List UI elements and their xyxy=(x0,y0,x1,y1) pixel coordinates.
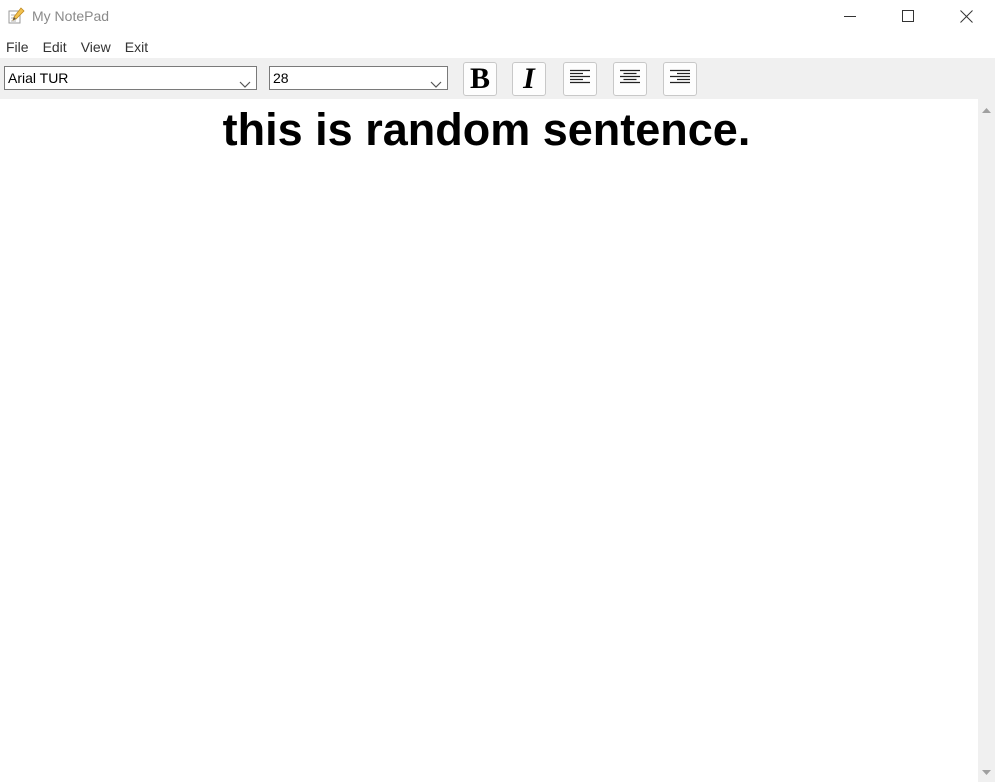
menu-file[interactable]: File xyxy=(0,36,37,58)
chevron-down-icon[interactable] xyxy=(430,73,442,88)
italic-button[interactable]: I xyxy=(512,62,546,96)
menu-view[interactable]: View xyxy=(75,36,119,58)
formatting-toolbar: Arial TUR 28 B I xyxy=(0,58,995,99)
maximize-icon xyxy=(902,10,914,22)
align-center-icon xyxy=(620,69,640,90)
maximize-button[interactable] xyxy=(885,0,931,32)
text-editor[interactable]: this is random sentence. xyxy=(0,99,978,782)
notepad-pencil-icon xyxy=(7,7,25,25)
align-left-button[interactable] xyxy=(563,62,597,96)
align-center-button[interactable] xyxy=(613,62,647,96)
window-title: My NotePad xyxy=(32,8,110,24)
close-button[interactable] xyxy=(943,0,989,32)
menu-edit[interactable]: Edit xyxy=(37,36,75,58)
italic-icon: I xyxy=(523,62,535,95)
font-size-value: 28 xyxy=(273,70,289,86)
menu-bar: File Edit View Exit xyxy=(0,36,995,58)
editor-content[interactable]: this is random sentence. xyxy=(0,105,973,155)
align-right-button[interactable] xyxy=(663,62,697,96)
chevron-down-icon[interactable] xyxy=(239,73,251,88)
minimize-icon xyxy=(844,10,856,22)
vertical-scrollbar[interactable] xyxy=(978,99,995,782)
align-left-icon xyxy=(570,69,590,90)
menu-exit[interactable]: Exit xyxy=(119,36,156,58)
bold-button[interactable]: B xyxy=(463,62,497,96)
close-icon xyxy=(959,9,973,23)
font-family-value: Arial TUR xyxy=(8,70,69,86)
align-right-icon xyxy=(670,69,690,90)
font-family-select[interactable]: Arial TUR xyxy=(4,66,257,90)
font-size-select[interactable]: 28 xyxy=(269,66,448,90)
minimize-button[interactable] xyxy=(827,0,873,32)
scroll-up-arrow-icon[interactable] xyxy=(978,103,995,117)
bold-icon: B xyxy=(469,62,490,95)
notepad-window: My NotePad File Edit View Exit Arial TUR… xyxy=(0,0,995,782)
title-bar[interactable]: My NotePad xyxy=(0,0,995,32)
scroll-down-arrow-icon[interactable] xyxy=(978,766,995,780)
